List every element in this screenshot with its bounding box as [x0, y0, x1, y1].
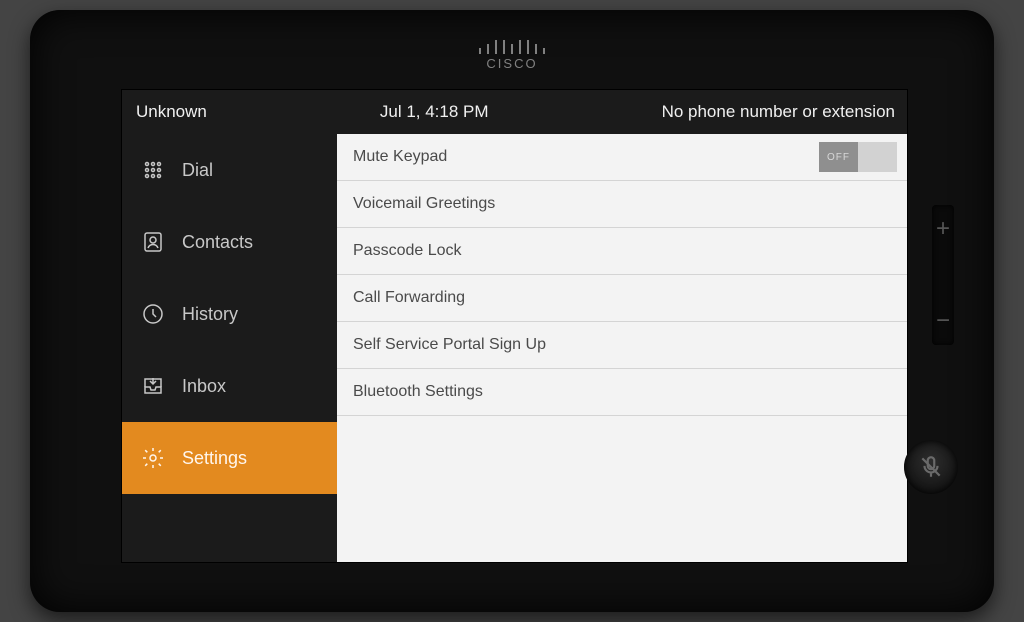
sidebar-item-label: Settings: [182, 448, 247, 469]
brand-bars-icon: [479, 40, 545, 54]
device-brand: CISCO: [479, 40, 545, 71]
settings-row-self-service-portal[interactable]: Self Service Portal Sign Up: [337, 322, 907, 369]
settings-panel: Mute Keypad OFF Voicemail Greetings Pass…: [337, 134, 907, 562]
status-bar: Unknown Jul 1, 4:18 PM No phone number o…: [122, 90, 907, 134]
inbox-icon: [140, 373, 166, 399]
volume-down-icon: −: [936, 307, 950, 335]
sidebar-item-inbox[interactable]: Inbox: [122, 350, 337, 422]
sidebar-item-settings[interactable]: Settings: [122, 422, 337, 494]
settings-row-label: Passcode Lock: [353, 242, 897, 260]
sidebar-item-history[interactable]: History: [122, 278, 337, 350]
sidebar: Dial Contacts History: [122, 134, 337, 562]
settings-row-bluetooth-settings[interactable]: Bluetooth Settings: [337, 369, 907, 416]
status-phone-number: No phone number or extension: [662, 102, 895, 122]
sidebar-item-label: Dial: [182, 160, 213, 181]
sidebar-item-label: Inbox: [182, 376, 226, 397]
contacts-icon: [140, 229, 166, 255]
sidebar-item-label: History: [182, 304, 238, 325]
mute-keypad-toggle[interactable]: OFF: [819, 142, 897, 172]
settings-row-mute-keypad[interactable]: Mute Keypad OFF: [337, 134, 907, 181]
hardware-mute-button[interactable]: [904, 440, 958, 494]
settings-row-voicemail-greetings[interactable]: Voicemail Greetings: [337, 181, 907, 228]
screen: Unknown Jul 1, 4:18 PM No phone number o…: [122, 90, 907, 562]
settings-row-call-forwarding[interactable]: Call Forwarding: [337, 275, 907, 322]
sidebar-item-label: Contacts: [182, 232, 253, 253]
sidebar-item-contacts[interactable]: Contacts: [122, 206, 337, 278]
settings-row-label: Mute Keypad: [353, 148, 819, 166]
settings-row-label: Self Service Portal Sign Up: [353, 336, 897, 354]
status-datetime: Jul 1, 4:18 PM: [207, 102, 662, 122]
device-bezel: CISCO Unknown Jul 1, 4:18 PM No phone nu…: [30, 10, 994, 612]
status-line-name: Unknown: [136, 102, 207, 122]
volume-up-icon: +: [936, 215, 950, 243]
sidebar-item-dial[interactable]: Dial: [122, 134, 337, 206]
settings-row-label: Call Forwarding: [353, 289, 897, 307]
settings-row-label: Bluetooth Settings: [353, 383, 897, 401]
hardware-volume-rocker[interactable]: + −: [932, 205, 954, 345]
settings-row-label: Voicemail Greetings: [353, 195, 897, 213]
mute-mic-icon: [918, 454, 944, 480]
keypad-icon: [140, 157, 166, 183]
brand-label: CISCO: [479, 56, 545, 71]
toggle-state-label: OFF: [819, 142, 858, 172]
gear-icon: [140, 445, 166, 471]
settings-row-passcode-lock[interactable]: Passcode Lock: [337, 228, 907, 275]
history-icon: [140, 301, 166, 327]
